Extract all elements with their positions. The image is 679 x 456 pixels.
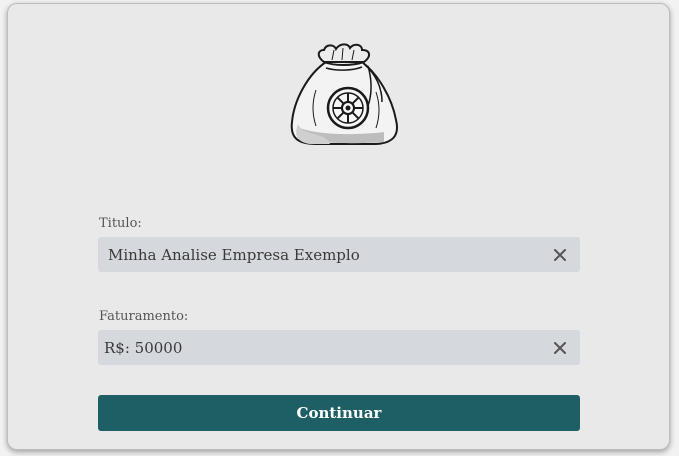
- titulo-label: Titulo:: [99, 216, 142, 231]
- titulo-value[interactable]: Minha Analise Empresa Exemplo: [108, 246, 550, 264]
- faturamento-label: Faturamento:: [99, 309, 189, 324]
- faturamento-value[interactable]: R$: 50000: [104, 339, 550, 357]
- close-icon[interactable]: [550, 245, 570, 265]
- continue-button[interactable]: Continuar: [98, 395, 580, 431]
- titulo-field[interactable]: Minha Analise Empresa Exemplo: [98, 237, 580, 272]
- faturamento-field[interactable]: R$: 50000: [98, 330, 580, 365]
- form-card: Titulo: Minha Analise Empresa Exemplo Fa…: [7, 3, 670, 450]
- money-bag-icon: [290, 43, 398, 145]
- close-icon[interactable]: [550, 338, 570, 358]
